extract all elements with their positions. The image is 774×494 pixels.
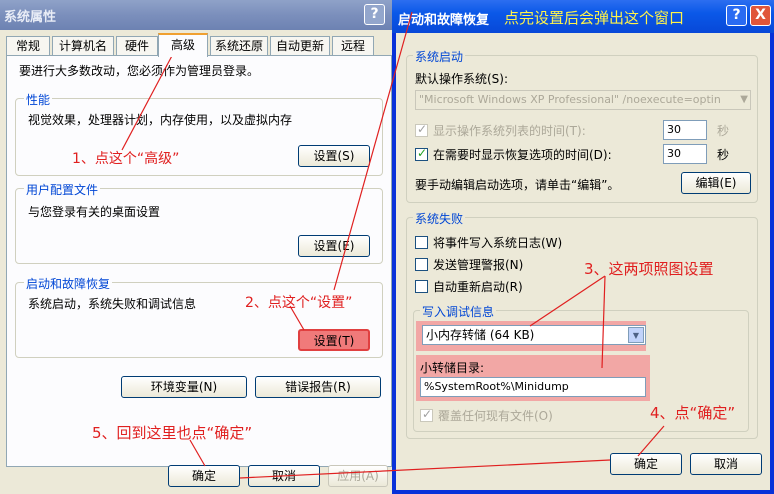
show-os-list-seconds[interactable]: 30 xyxy=(663,120,707,140)
annotation-step2: 2、点这个“设置” xyxy=(245,295,353,311)
overwrite-label: 覆盖任何现有文件(O) xyxy=(438,409,553,423)
tab-advanced[interactable]: 高级 xyxy=(158,33,208,57)
tab-system-restore[interactable]: 系统还原 xyxy=(210,36,268,56)
startup-recovery-description: 系统启动，系统失败和调试信息 xyxy=(28,297,197,311)
show-recovery-checkbox[interactable] xyxy=(415,146,428,161)
seconds-unit-1: 秒 xyxy=(717,124,730,138)
performance-title: 性能 xyxy=(24,91,53,108)
dump-dir-input[interactable]: %SystemRoot%\Minidump xyxy=(420,377,646,397)
title-bar: 系统属性 ? xyxy=(0,0,392,30)
seconds-unit-2: 秒 xyxy=(717,148,730,162)
startup-recovery-title: 启动和故障恢复 xyxy=(24,275,113,292)
tab-hardware[interactable]: 硬件 xyxy=(116,36,158,56)
default-os-label: 默认操作系统(S): xyxy=(415,72,509,86)
show-os-list-label: 显示操作系统列表的时间(T): xyxy=(433,124,586,138)
sysprop-ok-button[interactable]: 确定 xyxy=(168,465,240,487)
sysprop-apply-button[interactable]: 应用(A) xyxy=(328,465,388,487)
popup-note-annotation: 点完设置后会弹出这个窗口 xyxy=(504,9,685,27)
dialog-cancel-button[interactable]: 取消 xyxy=(690,453,762,475)
debug-info-title: 写入调试信息 xyxy=(420,303,497,320)
startup-recovery-settings-button[interactable]: 设置(T) xyxy=(298,329,370,351)
default-os-value: "Microsoft Windows XP Professional" /noe… xyxy=(419,93,721,106)
system-startup-title: 系统启动 xyxy=(413,48,466,65)
system-startup-group: 系统启动 默认操作系统(S): "Microsoft Windows XP Pr… xyxy=(406,48,758,203)
system-failure-title: 系统失败 xyxy=(413,210,466,227)
write-event-label: 将事件写入系统日志(W) xyxy=(433,236,563,250)
dump-type-value: 小内存转储 (64 KB) xyxy=(426,328,535,342)
dialog-close-button[interactable]: X xyxy=(750,5,771,26)
help-button[interactable]: ? xyxy=(364,4,385,25)
auto-restart-label: 自动重新启动(R) xyxy=(433,280,523,294)
tab-remote[interactable]: 远程 xyxy=(332,36,374,56)
show-os-list-checkbox[interactable] xyxy=(415,122,428,137)
user-profiles-description: 与您登录有关的桌面设置 xyxy=(28,205,161,219)
dialog-title-bar: 启动和故障恢复 点完设置后会弹出这个窗口 ? X xyxy=(392,0,774,33)
annotation-step1: 1、点这个“高级” xyxy=(72,151,180,167)
admin-note: 要进行大多数改动，您必须作为管理员登录。 xyxy=(19,64,260,78)
overwrite-checkbox[interactable] xyxy=(420,407,433,422)
annotation-step4: 4、点“确定” xyxy=(650,404,736,422)
auto-restart-checkbox[interactable] xyxy=(415,280,428,293)
performance-group: 性能 视觉效果，处理器计划，内存使用，以及虚拟内存 设置(S) xyxy=(15,91,383,176)
write-event-checkbox[interactable] xyxy=(415,236,428,249)
dialog-title: 启动和故障恢复 xyxy=(398,13,490,28)
dialog-ok-button[interactable]: 确定 xyxy=(610,453,682,475)
performance-settings-button[interactable]: 设置(S) xyxy=(298,145,370,167)
user-profiles-settings-button[interactable]: 设置(E) xyxy=(298,235,370,257)
tab-computer-name[interactable]: 计算机名 xyxy=(52,36,114,56)
user-profiles-group: 用户配置文件 与您登录有关的桌面设置 设置(E) xyxy=(15,181,383,264)
system-properties-window: 系统属性 ? 常规 计算机名 硬件 高级 系统还原 自动更新 远程 要进行大多数… xyxy=(0,0,392,494)
show-recovery-label: 在需要时显示恢复选项的时间(D): xyxy=(433,148,612,162)
edit-note: 要手动编辑启动选项，请单击“编辑”。 xyxy=(415,178,620,192)
tab-general[interactable]: 常规 xyxy=(6,36,50,56)
dropdown-arrow-icon[interactable]: ▼ xyxy=(628,327,644,343)
default-os-select[interactable]: "Microsoft Windows XP Professional" /noe… xyxy=(415,90,751,110)
user-profiles-title: 用户配置文件 xyxy=(24,181,101,198)
show-recovery-seconds[interactable]: 30 xyxy=(663,144,707,164)
performance-description: 视觉效果，处理器计划，内存使用，以及虚拟内存 xyxy=(28,113,293,127)
error-reporting-button[interactable]: 错误报告(R) xyxy=(255,376,381,398)
send-alert-checkbox[interactable] xyxy=(415,258,428,271)
advanced-panel: 要进行大多数改动，您必须作为管理员登录。 性能 视觉效果，处理器计划，内存使用，… xyxy=(6,55,392,467)
send-alert-label: 发送管理警报(N) xyxy=(433,258,524,272)
dump-type-select[interactable]: 小内存转储 (64 KB) ▼ xyxy=(422,325,646,345)
annotation-step5: 5、回到这里也点“确定” xyxy=(92,424,253,442)
environment-variables-button[interactable]: 环境变量(N) xyxy=(121,376,247,398)
window-title: 系统属性 xyxy=(4,10,57,25)
dump-dir-label: 小转储目录: xyxy=(420,361,485,375)
sysprop-cancel-button[interactable]: 取消 xyxy=(248,465,320,487)
edit-button[interactable]: 编辑(E) xyxy=(681,172,751,194)
chevron-down-icon: ▼ xyxy=(740,94,748,105)
dialog-help-button[interactable]: ? xyxy=(726,5,747,26)
tab-auto-update[interactable]: 自动更新 xyxy=(270,36,330,56)
annotation-step3: 3、这两项照图设置 xyxy=(584,260,714,278)
